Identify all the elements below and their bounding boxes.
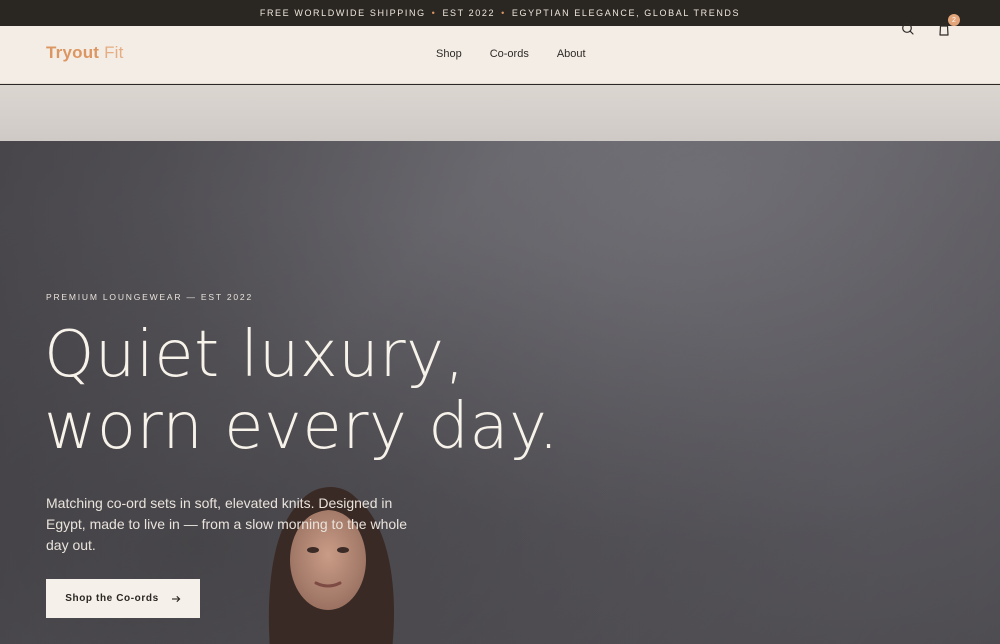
nav-link-shop[interactable]: Shop (436, 48, 462, 60)
site-header: Tryout Fit Shop Co-ords About (0, 26, 1000, 84)
announcement-bar: FREE WORLDWIDE SHIPPING • EST 2022 • EGY… (0, 0, 1000, 26)
hero-eyebrow: PREMIUM LOUNGEWEAR — EST 2022 (46, 292, 253, 302)
logo-secondary: Fit (104, 43, 124, 62)
hero-headline-line-1: Quiet luxury, (44, 318, 466, 392)
cart-count-badge: 2 (948, 14, 960, 26)
cta-label: Shop the Co-ords (65, 593, 159, 604)
logo-primary: Tryout (46, 43, 100, 62)
hero-headline: Quiet luxury, worn every day. (44, 319, 684, 463)
announcement-item-shipping: FREE WORLDWIDE SHIPPING (259, 8, 426, 18)
search-icon[interactable] (900, 21, 916, 37)
main-nav: Shop Co-ords About (436, 48, 586, 60)
nav-link-coords[interactable]: Co-ords (490, 48, 529, 60)
announcement-separator: • (501, 8, 506, 18)
brand-logo[interactable]: Tryout Fit (46, 43, 124, 63)
hero-section: PREMIUM LOUNGEWEAR — EST 2022 Quiet luxu… (0, 141, 1000, 644)
hero-headline-line-2: worn every day. (44, 390, 560, 464)
hero-top-band (0, 85, 1000, 141)
hero-subcopy: Matching co-ord sets in soft, elevated k… (46, 495, 408, 553)
announcement-item-est: EST 2022 (442, 8, 496, 18)
arrow-right-icon (171, 595, 181, 602)
announcement-item-tagline: EGYPTIAN ELEGANCE, GLOBAL TRENDS (511, 8, 741, 18)
shop-coords-button[interactable]: Shop the Co-ords (46, 579, 200, 618)
announcement-separator: • (431, 8, 437, 18)
nav-link-about[interactable]: About (557, 48, 586, 60)
